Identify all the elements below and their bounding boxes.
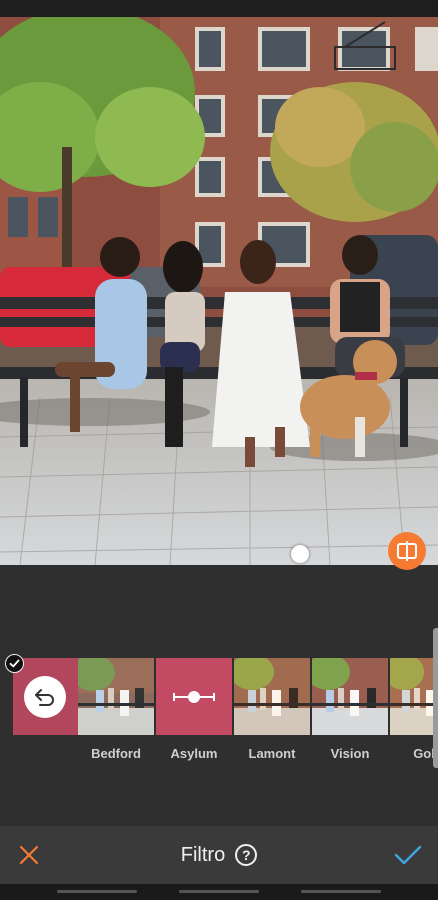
close-icon (19, 845, 39, 865)
status-bar (0, 0, 438, 17)
compare-slider-handle[interactable] (291, 545, 309, 563)
check-badge-icon (5, 654, 24, 673)
confirm-button[interactable] (392, 840, 424, 870)
compare-button[interactable] (388, 532, 426, 570)
compare-icon (397, 541, 417, 561)
cancel-button[interactable] (14, 840, 44, 870)
filter-label: Gobl (413, 746, 438, 761)
filter-editor-screen: Bedford Asylum Lamont Vision Go Filtro ? (0, 0, 438, 900)
filter-label: Vision (330, 746, 370, 761)
filter-gobl[interactable]: Gobl (390, 658, 438, 762)
photo-preview[interactable] (0, 17, 438, 565)
original-circle (24, 676, 66, 718)
filter-label: Bedford (91, 746, 141, 761)
filter-vision[interactable]: Vision (312, 658, 388, 762)
filter-thumbnail (312, 658, 388, 735)
filter-thumbnail (234, 658, 310, 735)
intensity-slider-icon (173, 691, 215, 703)
nav-pill-right (301, 890, 381, 893)
thumbnail-image (234, 658, 310, 735)
thumbnail-image (390, 658, 438, 735)
thumbnail-image (312, 658, 388, 735)
filter-bedford[interactable]: Bedford (78, 658, 154, 762)
filter-thumbnail (156, 658, 232, 735)
bottom-action-bar: Filtro ? (0, 826, 438, 884)
system-nav-bar (0, 884, 438, 900)
title-group: Filtro ? (0, 826, 438, 884)
filter-strip[interactable]: Bedford Asylum Lamont Vision Go (0, 652, 438, 762)
help-button[interactable]: ? (235, 844, 258, 866)
filter-thumbnail (78, 658, 154, 735)
screen-title: Filtro (180, 843, 226, 866)
filter-lamont[interactable]: Lamont (234, 658, 310, 762)
filter-asylum[interactable]: Asylum (156, 658, 232, 762)
filter-label: Asylum (170, 746, 218, 761)
check-icon (394, 845, 422, 865)
filter-label: Lamont (248, 746, 296, 761)
side-scroll-handle[interactable] (433, 628, 438, 768)
thumbnail-image (78, 658, 154, 735)
undo-arrow-icon (35, 689, 54, 706)
photo-illustration (0, 17, 438, 565)
nav-pill-left (57, 890, 137, 893)
nav-pill-center (179, 890, 259, 893)
filter-thumbnail (390, 658, 438, 735)
